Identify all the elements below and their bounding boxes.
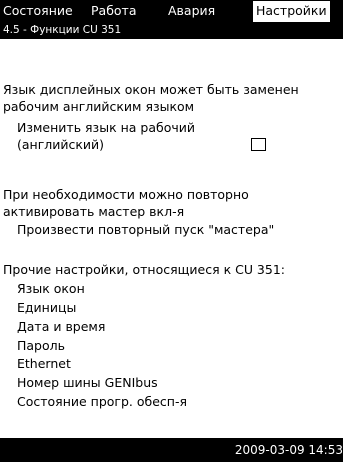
datetime-display: 2009-03-09 14:53: [234, 443, 343, 457]
wizard-description-line1: При необходимости можно повторно: [3, 187, 249, 202]
tab-operation[interactable]: Работа: [91, 0, 137, 22]
menu-item-software-status[interactable]: Состояние прогр. обесп-я: [17, 394, 187, 410]
language-description-line2: рабочим английским языком: [3, 99, 195, 114]
menu-item-ethernet[interactable]: Ethernet: [17, 356, 71, 372]
menu-item-genibus-number[interactable]: Номер шины GENIbus: [17, 375, 158, 391]
tab-alarm[interactable]: Авария: [168, 0, 215, 22]
tab-status[interactable]: Состояние: [3, 0, 73, 22]
language-description-line1: Язык дисплейных окон может быть заменен: [3, 82, 299, 97]
change-language-label-line2: (английский): [17, 137, 105, 152]
menu-item-units[interactable]: Единицы: [17, 300, 76, 316]
menu-item-password[interactable]: Пароль: [17, 338, 65, 354]
change-language-checkbox[interactable]: [251, 138, 266, 151]
menu-item-display-language[interactable]: Язык окон: [17, 281, 85, 297]
wizard-description-line2: активировать мастер вкл-я: [3, 204, 185, 219]
restart-wizard-button[interactable]: Произвести повторный пуск "мастера": [17, 222, 274, 238]
menu-item-date-time[interactable]: Дата и время: [17, 319, 105, 335]
tab-bar: Состояние Работа Авария Настройки: [0, 0, 343, 22]
tab-settings[interactable]: Настройки: [253, 1, 330, 22]
change-language-label-line1: Изменить язык на рабочий: [17, 120, 195, 135]
other-settings-heading: Прочие настройки, относящиеся к CU 351:: [3, 262, 286, 277]
status-bar: 2009-03-09 14:53: [0, 438, 343, 462]
page-title: 4.5 - Функции CU 351: [0, 22, 343, 39]
change-language-option[interactable]: Изменить язык на рабочий (английский): [3, 118, 340, 159]
